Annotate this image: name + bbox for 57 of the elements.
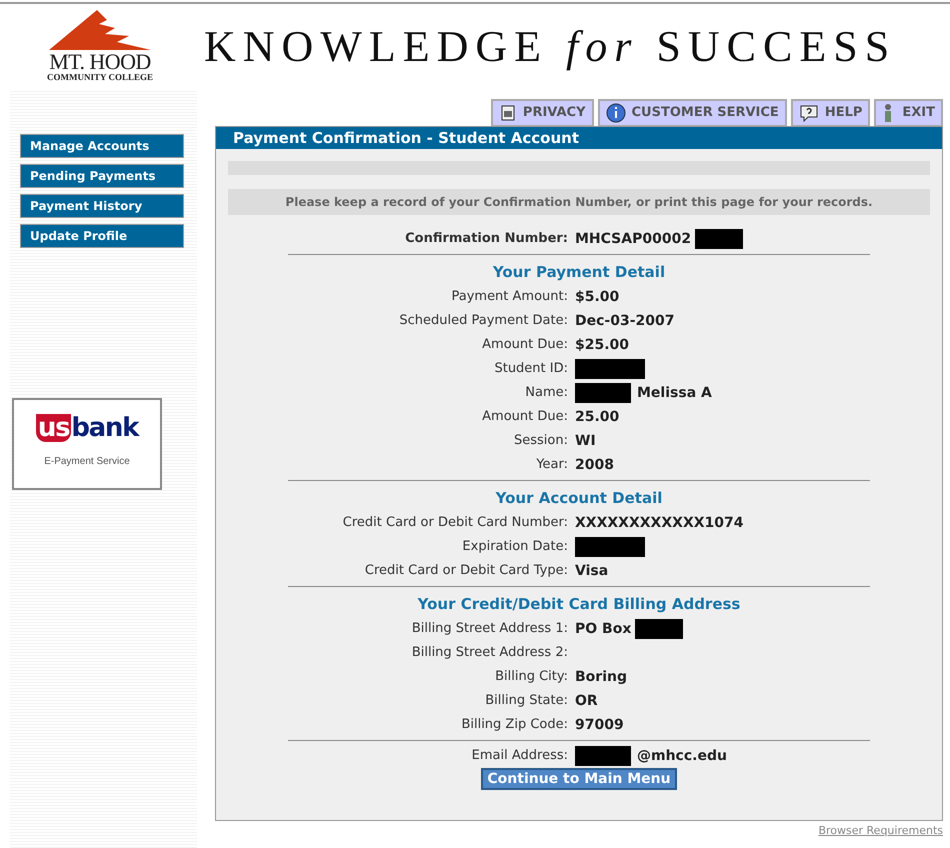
field-label: Student ID: [493, 360, 569, 378]
field-label: Session: [513, 432, 569, 450]
field-label: Billing Zip Code: [460, 716, 569, 734]
field-label: Email Address: [470, 747, 569, 766]
section-heading: Your Account Detail [494, 488, 664, 509]
brand-name: bank [71, 414, 138, 442]
section-heading: Your Credit/Debit Card Billing Address [416, 594, 742, 615]
field-label: Expiration Date: [461, 538, 569, 556]
field-label: Amount Due: [481, 336, 569, 354]
field-value: PO Box [575, 620, 632, 638]
field-value: Boring [575, 668, 627, 686]
field-label: Confirmation Number: [404, 230, 569, 248]
field-value: WI [575, 432, 596, 450]
field-value: @mhcc.edu [637, 746, 727, 766]
nav-button[interactable]: Pending Payments [20, 164, 184, 188]
college-subtitle: COMMUNITY COLLEGE [47, 72, 153, 83]
field-label: Name: [524, 384, 569, 402]
college-name: MT. HOOD [49, 52, 151, 72]
field-value: 2008 [575, 456, 614, 474]
browser-requirements-link[interactable]: Browser Requirements [818, 823, 943, 840]
nav-button[interactable]: Update Profile [20, 224, 184, 248]
field-label: Amount Due: [481, 408, 569, 426]
field-label: Credit Card or Debit Card Type: [364, 562, 569, 580]
field-label: Billing State: [484, 692, 569, 710]
field-label: Scheduled Payment Date: [398, 312, 569, 330]
field-label: Payment Amount: [450, 288, 569, 306]
field-value: MHCSAP00002 [575, 230, 692, 248]
nav-button[interactable]: Manage Accounts [20, 134, 184, 158]
field-value: Dec-03-2007 [575, 312, 674, 330]
field-value: 97009 [575, 716, 624, 734]
toolbar-button[interactable]: HELP [790, 99, 870, 127]
field-value: XXXXXXXXXXXX1074 [575, 514, 744, 532]
field-value: $25.00 [575, 336, 630, 354]
field-label: Year: [535, 456, 569, 474]
partner-caption: E-Payment Service [44, 455, 130, 469]
field-label: Billing City: [494, 668, 569, 686]
info-icon [606, 103, 626, 123]
field-value: Visa [575, 562, 608, 580]
field-label: Billing Street Address 1: [410, 620, 569, 638]
section-heading: Your Payment Detail [492, 262, 666, 283]
continue-button[interactable]: Continue to Main Menu [481, 768, 677, 790]
nav-button[interactable]: Payment History [20, 194, 184, 218]
field-value: 25.00 [575, 408, 620, 426]
tagline: KNOWLEDGE for SUCCESS [204, 21, 896, 73]
toolbar-button[interactable]: EXIT [874, 99, 943, 127]
field-label: Credit Card or Debit Card Number: [342, 514, 569, 532]
panel-title: Payment Confirmation - Student Account [216, 127, 942, 149]
help-icon [798, 104, 819, 122]
brand-shield: us [36, 414, 72, 442]
notice-text: Please keep a record of your Confirmation Number, or print this page for your records. [228, 189, 930, 215]
document-icon [498, 104, 517, 122]
field-value: OR [575, 692, 598, 710]
toolbar-button[interactable]: CUSTOMER SERVICE [598, 99, 787, 127]
toolbar-button[interactable]: PRIVACY [490, 99, 594, 127]
field-value: $5.00 [575, 288, 620, 306]
field-value: Melissa A [637, 384, 712, 402]
field-label: Billing Street Address 2: [410, 644, 569, 662]
